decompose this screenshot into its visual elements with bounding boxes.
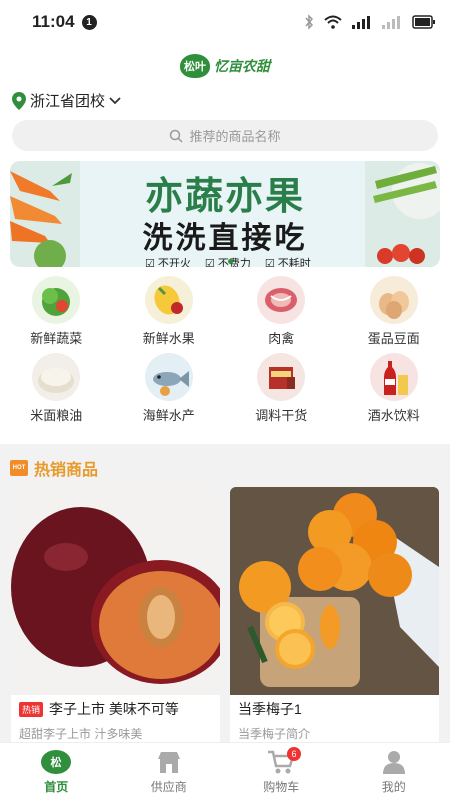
category-fruits[interactable]: 新鲜水果 bbox=[113, 276, 226, 347]
battery-icon bbox=[412, 15, 435, 29]
section-title: 热销商品 bbox=[34, 462, 99, 479]
product-description: 超甜李子上市 汁多味美 bbox=[19, 727, 143, 741]
category-seasoning[interactable]: 调料干货 bbox=[225, 353, 338, 424]
category-seafood[interactable]: 海鲜水产 bbox=[113, 353, 226, 424]
location-pin-icon bbox=[12, 91, 26, 110]
cart-count-badge: 6 bbox=[287, 747, 301, 761]
banner-tag: ☑ 不开火 bbox=[145, 258, 191, 267]
pager-dot bbox=[228, 259, 233, 264]
tab-label: 供应商 bbox=[150, 779, 187, 794]
drink-icon bbox=[369, 353, 418, 401]
tab-suppliers[interactable]: 供应商 bbox=[113, 743, 226, 800]
bottom-tab-bar: 松 首页 供应商 6 购物车 我的 bbox=[0, 742, 450, 800]
promo-banner[interactable]: 亦蔬亦果 洗洗直接吃 ☑ 不开火 ☑ 不费力 ☑ 不耗时 bbox=[10, 161, 440, 267]
svg-text:松: 松 bbox=[51, 755, 62, 769]
category-drinks[interactable]: 酒水饮料 bbox=[338, 353, 450, 424]
hot-tag: 热销 bbox=[19, 701, 44, 717]
tab-label: 购物车 bbox=[263, 779, 300, 794]
signal-icon bbox=[352, 16, 370, 29]
category-label: 新鲜水果 bbox=[142, 331, 195, 346]
category-grid: 新鲜蔬菜 新鲜水果 肉禽 蛋品豆面 米面粮油 海鲜水产 调料干货 酒水饮料 bbox=[0, 276, 450, 424]
search-placeholder: 推荐的商品名称 bbox=[189, 129, 281, 144]
product-name: 李子上市 美味不可等 bbox=[49, 701, 179, 717]
rice-icon bbox=[32, 353, 81, 401]
tab-label: 首页 bbox=[44, 779, 69, 794]
status-bar: 11:04 1 bbox=[0, 0, 450, 44]
wifi-icon bbox=[324, 15, 342, 29]
store-icon bbox=[157, 751, 180, 773]
bluetooth-icon bbox=[305, 14, 314, 30]
banner-title: 亦蔬亦果 bbox=[144, 173, 305, 218]
category-meat[interactable]: 肉禽 bbox=[225, 276, 338, 347]
meat-icon bbox=[257, 276, 306, 324]
plum-image bbox=[11, 487, 220, 695]
chevron-down-icon bbox=[109, 96, 121, 104]
home-logo-icon: 松 bbox=[41, 749, 72, 774]
product-name-row: 热销 李子上市 美味不可等 bbox=[19, 699, 179, 719]
banner-subtitle: 洗洗直接吃 bbox=[142, 221, 308, 256]
user-icon bbox=[382, 750, 405, 774]
egg-icon bbox=[369, 276, 418, 324]
category-vegetables[interactable]: 新鲜蔬菜 bbox=[0, 276, 113, 347]
banner-tag: ☑ 不耗时 bbox=[264, 258, 311, 267]
category-label: 米面粮油 bbox=[30, 408, 83, 423]
app-logo: 松叶 忆亩农甜 bbox=[180, 54, 270, 78]
category-label: 酒水饮料 bbox=[367, 408, 420, 423]
product-card[interactable]: 热销 李子上市 美味不可等 超甜李子上市 汁多味美 bbox=[11, 487, 220, 747]
tab-label: 我的 bbox=[381, 779, 406, 794]
tab-profile[interactable]: 我的 bbox=[338, 743, 450, 800]
search-bar[interactable]: 推荐的商品名称 bbox=[12, 120, 438, 151]
tab-cart[interactable]: 6 购物车 bbox=[225, 743, 338, 800]
status-icons bbox=[304, 14, 436, 30]
tab-home[interactable]: 松 首页 bbox=[0, 743, 113, 800]
section-header: HOT 热销商品 bbox=[10, 456, 98, 480]
logo-mark: 松叶 bbox=[180, 54, 210, 78]
fruit-icon bbox=[144, 276, 193, 324]
location-selector[interactable]: 浙江省团校 bbox=[12, 90, 121, 111]
location-label: 浙江省团校 bbox=[30, 93, 106, 110]
product-name: 当季梅子1 bbox=[238, 701, 302, 717]
category-eggs-tofu[interactable]: 蛋品豆面 bbox=[338, 276, 450, 347]
category-label: 肉禽 bbox=[268, 331, 295, 346]
logo-text: 忆亩农甜 bbox=[214, 59, 270, 75]
seasoning-icon bbox=[257, 353, 306, 401]
seafood-icon bbox=[144, 353, 193, 401]
vegetable-icon bbox=[32, 276, 81, 324]
header: 松叶 忆亩农甜 浙江省团校 推荐的商品名称 亦蔬亦果 洗洗直接吃 ☑ 不开火 ☑… bbox=[0, 44, 450, 444]
category-label: 海鲜水产 bbox=[142, 408, 195, 423]
orange-image bbox=[230, 487, 439, 695]
signal-2-icon bbox=[382, 16, 400, 29]
category-label: 蛋品豆面 bbox=[367, 331, 420, 346]
hot-badge-icon: HOT bbox=[10, 460, 28, 476]
product-name-row: 当季梅子1 bbox=[238, 699, 302, 719]
category-label: 新鲜蔬菜 bbox=[30, 331, 83, 346]
search-icon bbox=[170, 129, 184, 143]
category-rice-oil[interactable]: 米面粮油 bbox=[0, 353, 113, 424]
product-card[interactable]: 当季梅子1 当季梅子简介 bbox=[230, 487, 439, 747]
category-label: 调料干货 bbox=[255, 408, 308, 423]
banner-pager bbox=[228, 259, 233, 264]
status-time: 11:04 bbox=[32, 12, 75, 31]
notification-badge: 1 bbox=[81, 14, 97, 30]
product-description: 当季梅子简介 bbox=[238, 727, 311, 741]
